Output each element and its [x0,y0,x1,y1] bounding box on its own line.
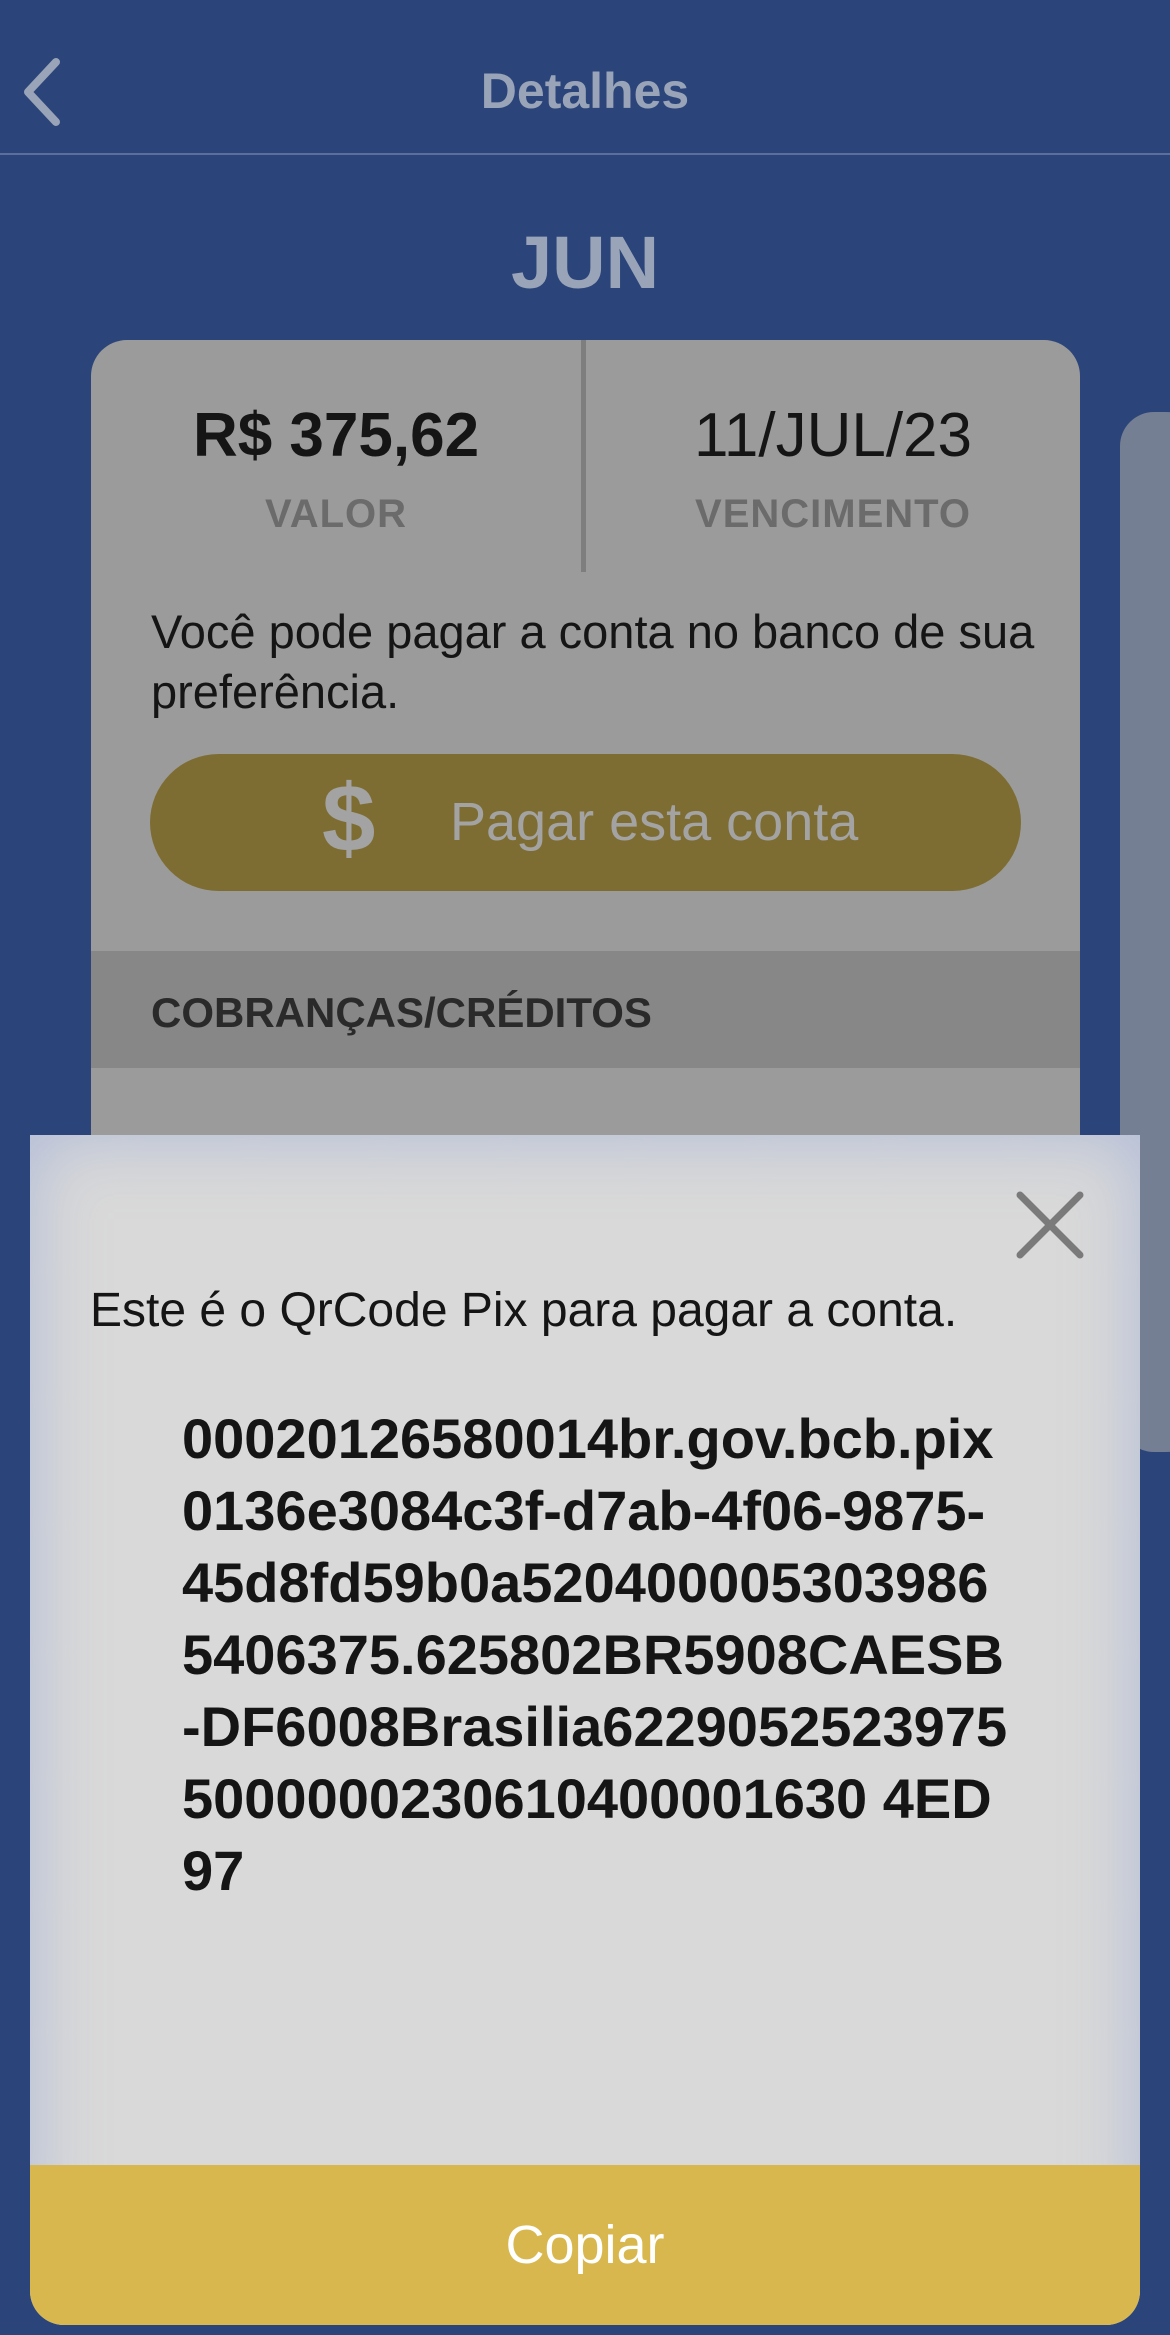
charges-section-header: COBRANÇAS/CRÉDITOS [91,951,1080,1068]
bill-card: R$ 375,62 VALOR 11/JUL/23 VENCIMENTO Voc… [91,340,1080,1240]
payment-info-text: Você pode pagar a conta no banco de sua … [151,605,1035,718]
bill-amount: R$ 375,62 [192,401,480,470]
due-date: 11/JUL/23 [693,401,973,470]
page-title: Detalhes [480,63,690,119]
month-title: JUN [510,221,660,304]
pix-qrcode-modal: Este é o QrCode Pix para pagar a conta. … [30,1135,1140,2325]
pay-bill-label: Pagar esta conta [450,792,859,852]
amount-label: VALOR [264,492,408,536]
pix-code-text: 00020126580014br.gov.bcb.pix0136e3084c3f… [182,1407,1008,1902]
close-icon [1016,1191,1084,1259]
pix-instruction-text: Este é o QrCode Pix para pagar a conta. [90,1284,958,1337]
close-button[interactable] [1010,1185,1090,1265]
top-bar: Detalhes [0,0,1170,155]
pay-bill-button[interactable]: $ Pagar esta conta [150,754,1021,891]
copy-button[interactable]: Copiar [30,2165,1140,2325]
due-date-label: VENCIMENTO [695,492,971,536]
charges-section-title: COBRANÇAS/CRÉDITOS [151,989,652,1036]
dollar-icon: $ [322,765,376,872]
